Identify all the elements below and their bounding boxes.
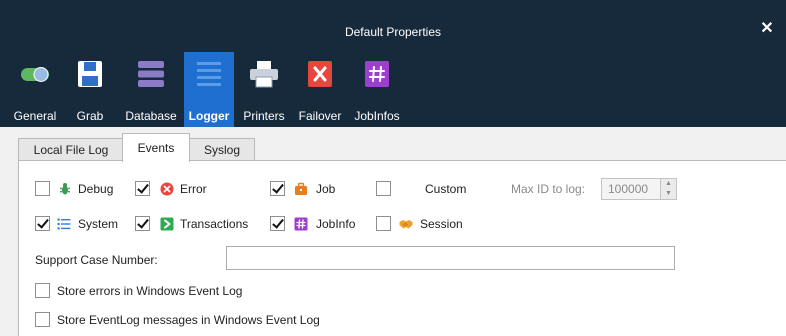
briefcase-icon [295,182,307,195]
dialog-header: Default Properties ✕ General Grab Databa… [0,0,786,127]
window-title: Default Properties [344,25,442,39]
spinner-arrows[interactable]: ▲ ▼ [660,179,676,199]
transactions-label: Transactions [180,217,249,231]
tab-events[interactable]: Events [122,133,190,162]
session-label: Session [420,217,463,231]
bug-icon [59,183,71,195]
debug-label: Debug [78,182,114,196]
toolbar-label-database: Database [125,109,177,123]
toolbar-label-jobinfos: JobInfos [354,109,400,123]
jobinfo-label: JobInfo [316,217,356,231]
toolbar-item-database[interactable]: Database [118,52,184,127]
system-label: System [78,217,119,231]
transactions-arrow-icon [160,217,174,231]
hash-icon [294,217,308,231]
handshake-icon [399,220,413,229]
toolbar-item-printers[interactable]: Printers [236,52,292,127]
tab-local-file-log[interactable]: Local File Log [18,138,124,161]
job-label: Job [316,182,336,196]
support-case-label: Support Case Number: [35,253,158,267]
jobinfo-checkbox[interactable] [270,216,285,231]
store-errors-checkbox[interactable] [35,283,50,298]
failover-x-icon [308,61,332,87]
toolbar-label-printers: Printers [243,109,285,123]
job-checkbox[interactable] [270,181,285,196]
toolbar-label-general: General [13,109,57,123]
spinner-down-icon[interactable]: ▼ [661,189,676,199]
toolbar-label-grab: Grab [76,109,104,123]
error-label: Error [180,182,207,196]
hash-icon [365,61,389,87]
store-errors-label: Store errors in Windows Event Log [57,284,243,298]
max-id-label: Max ID to log: [511,182,586,196]
system-checkbox[interactable] [35,216,50,231]
events-panel: Debug Error Job Custom Max ID to log: 10… [18,160,786,336]
spinner-up-icon[interactable]: ▲ [661,179,676,189]
toolbar-item-general[interactable]: General [6,52,64,127]
floppy-disk-icon [78,61,102,87]
toolbar-label-failover: Failover [298,109,342,123]
printer-icon [250,61,278,88]
toolbar-item-failover[interactable]: Failover [292,52,348,127]
max-id-spinner[interactable]: 100000 ▲ ▼ [601,178,677,200]
close-button[interactable]: ✕ [758,20,776,38]
toolbar-item-logger[interactable]: Logger [184,52,234,127]
error-icon [160,182,174,196]
support-case-input[interactable] [226,246,675,270]
database-icon [138,61,164,87]
error-checkbox[interactable] [135,181,150,196]
transactions-checkbox[interactable] [135,216,150,231]
store-eventlog-checkbox[interactable] [35,312,50,327]
tab-strip: Local File Log Events Syslog [0,127,786,162]
tab-syslog[interactable]: Syslog [189,138,255,161]
custom-label: Custom [425,182,467,196]
toggle-icon [21,67,49,82]
custom-checkbox[interactable] [376,181,391,196]
store-eventlog-label: Store EventLog messages in Windows Event… [57,313,320,327]
toolbar-item-jobinfos[interactable]: JobInfos [348,52,406,127]
toolbar-item-grab[interactable]: Grab [66,52,114,127]
session-checkbox[interactable] [376,216,391,231]
toolbar-label-logger: Logger [188,109,230,123]
log-list-icon [197,62,221,86]
debug-checkbox[interactable] [35,181,50,196]
list-icon [57,218,71,230]
max-id-value: 100000 [608,182,649,196]
